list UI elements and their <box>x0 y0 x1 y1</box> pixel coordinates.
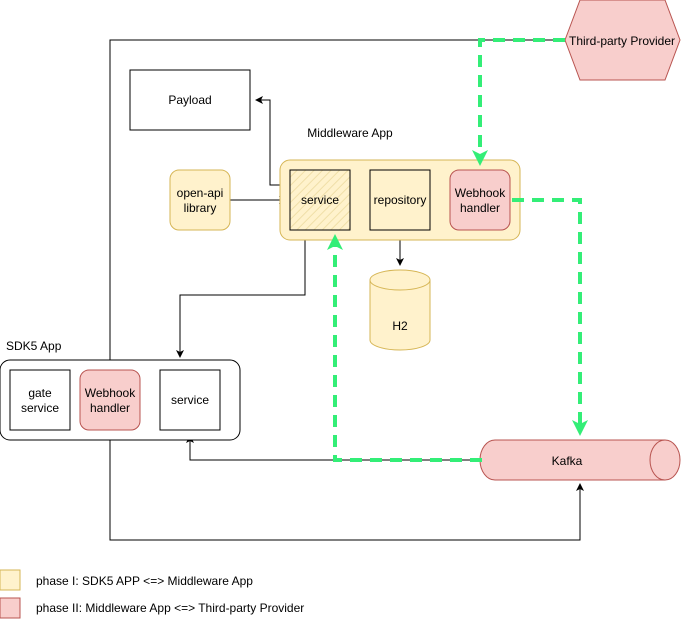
mw-webhook-label-2: handler <box>460 201 500 215</box>
flow-mw-webhook-to-kafka <box>512 198 588 436</box>
edge-service-sdk-service <box>176 228 309 358</box>
gate-label-2: service <box>21 401 59 415</box>
architecture-diagram: Payload Middleware App service repositor… <box>0 0 681 619</box>
third-party-label: Third-party Provider <box>569 34 675 48</box>
gate-service-node: gate service <box>9 369 71 431</box>
sdk-service-node: service <box>159 369 221 431</box>
mw-webhook-label-1: Webhook <box>455 186 506 200</box>
legend-item-phase2: phase II: Middleware App <=> Third-party… <box>0 597 304 619</box>
kafka-label: Kafka <box>552 454 583 468</box>
mw-service-node: service <box>289 169 351 231</box>
openapi-label-1: open-api <box>177 186 224 200</box>
sdk-webhook-label-1: Webhook <box>85 386 136 400</box>
middleware-app-container: Middleware App service repository Webhoo… <box>279 126 521 241</box>
sdk-webhook-handler-node: Webhook handler <box>79 369 141 431</box>
sdk-webhook-label-2: handler <box>90 401 130 415</box>
mw-webhook-handler-node: Webhook handler <box>449 169 511 231</box>
legend-swatch-phase1 <box>0 569 21 591</box>
kafka-node: Kafka <box>479 439 681 481</box>
payload-node: Payload <box>129 69 251 131</box>
legend-item-phase1: phase I: SDK5 APP <=> Middleware App <box>0 569 253 591</box>
openapi-label-2: library <box>184 201 217 215</box>
sdk5-app-title: SDK5 App <box>6 339 62 353</box>
h2-database-node: H2 <box>369 269 431 351</box>
legend-label-phase2: phase II: Middleware App <=> Third-party… <box>36 601 304 615</box>
sdk-service-label: service <box>171 393 209 407</box>
legend-label-phase1: phase I: SDK5 APP <=> Middleware App <box>36 574 253 588</box>
phase2-flows <box>327 38 588 462</box>
mw-service-label: service <box>301 193 339 207</box>
legend: phase I: SDK5 APP <=> Middleware App pha… <box>0 569 304 619</box>
openapi-library-node: open-api library <box>169 169 231 231</box>
gate-label-1: gate <box>28 386 52 400</box>
h2-label: H2 <box>392 319 408 333</box>
payload-label: Payload <box>168 93 211 107</box>
flow-thirdparty-to-mw-webhook <box>472 38 565 166</box>
sdk5-app-container: SDK5 App gate service Webhook handler se… <box>0 339 241 441</box>
mw-repository-label: repository <box>374 193 427 207</box>
middleware-app-title: Middleware App <box>307 126 393 140</box>
legend-swatch-phase2 <box>0 597 21 619</box>
mw-repository-node: repository <box>369 169 431 231</box>
third-party-provider-node: Third-party Provider <box>564 0 681 81</box>
